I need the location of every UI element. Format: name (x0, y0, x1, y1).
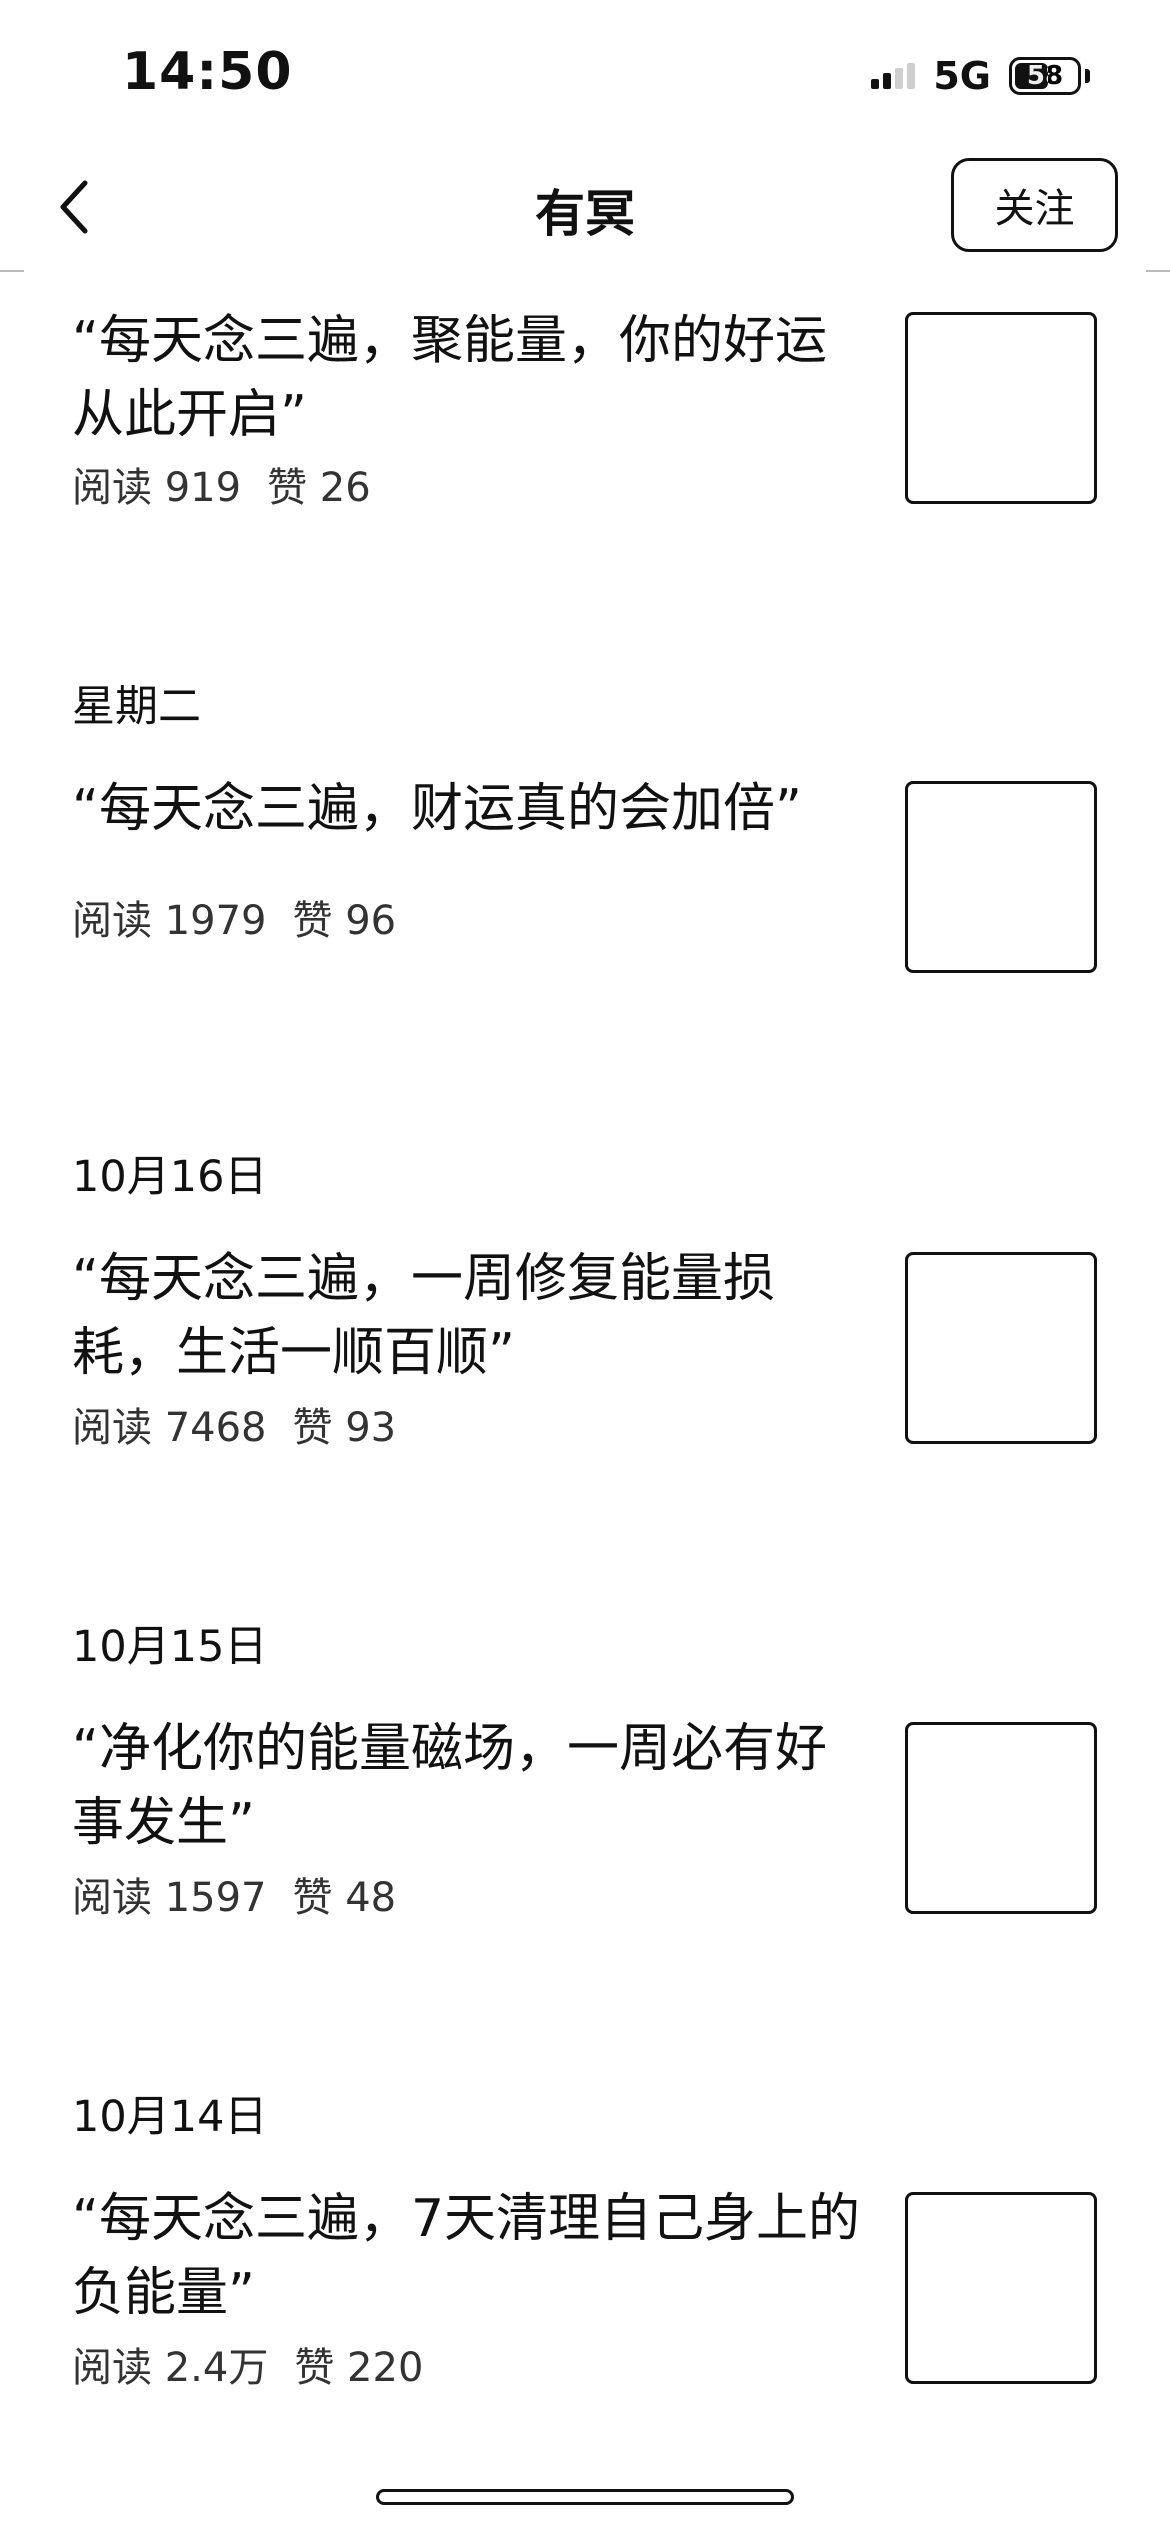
status-indicators: 5G 58 (871, 54, 1090, 98)
article-stats: 阅读 1979 赞 96 (72, 888, 396, 946)
article-title: “每天念三遍，7天清理自己身上的负能量” (72, 2189, 861, 2323)
read-count: 阅读 1979 (72, 898, 267, 944)
article-thumbnail (905, 1722, 1097, 1914)
divider (1146, 270, 1170, 272)
battery-level: 58 (1026, 61, 1064, 91)
status-bar: 14:50 5G 58 (0, 0, 1170, 150)
like-count: 赞 26 (267, 465, 371, 511)
article-title: “每天念三遍，一周修复能量损耗，生活一顺百顺” (72, 1249, 775, 1383)
date-header: 10月16日 (72, 1152, 268, 1202)
article-title: “每天念三遍，聚能量，你的好运从此开启” (72, 311, 827, 445)
divider (0, 270, 24, 272)
article-stats: 阅读 2.4万赞 220 (72, 2335, 423, 2393)
like-count: 赞 96 (292, 898, 397, 944)
battery-cap (1085, 69, 1090, 83)
read-count: 阅读 919 (72, 465, 242, 511)
date-header: 10月14日 (72, 2092, 268, 2142)
cellular-signal-icon (871, 63, 916, 89)
follow-button[interactable]: 关注 (951, 158, 1118, 252)
status-time: 14:50 (122, 42, 293, 102)
battery-icon: 58 (1009, 57, 1081, 95)
article-stats: 阅读 919 赞 26 (72, 455, 371, 513)
nav-bar: 有冥 关注 (0, 150, 1170, 270)
like-count: 赞 93 (292, 1405, 397, 1451)
article-thumbnail (905, 312, 1097, 504)
like-count: 赞 220 (294, 2345, 424, 2391)
read-count: 阅读 1597 (72, 1875, 267, 1921)
network-type: 5G (933, 54, 991, 98)
read-count: 阅读 2.4万 (72, 2345, 269, 2391)
article-thumbnail (905, 1252, 1097, 1444)
article-title: “每天念三遍，财运真的会加倍” (72, 779, 802, 839)
read-count: 阅读 7468 (72, 1405, 267, 1451)
article-stats: 阅读 1597 赞 48 (72, 1865, 396, 1923)
article-title: “净化你的能量磁场，一周必有好事发生” (72, 1719, 827, 1853)
article-stats: 阅读 7468 赞 93 (72, 1395, 396, 1453)
home-indicator[interactable] (376, 2489, 794, 2505)
like-count: 赞 48 (292, 1875, 397, 1921)
article-thumbnail (905, 781, 1097, 973)
date-header: 星期二 (72, 682, 201, 732)
date-header: 10月15日 (72, 1622, 268, 1672)
article-thumbnail (905, 2192, 1097, 2384)
